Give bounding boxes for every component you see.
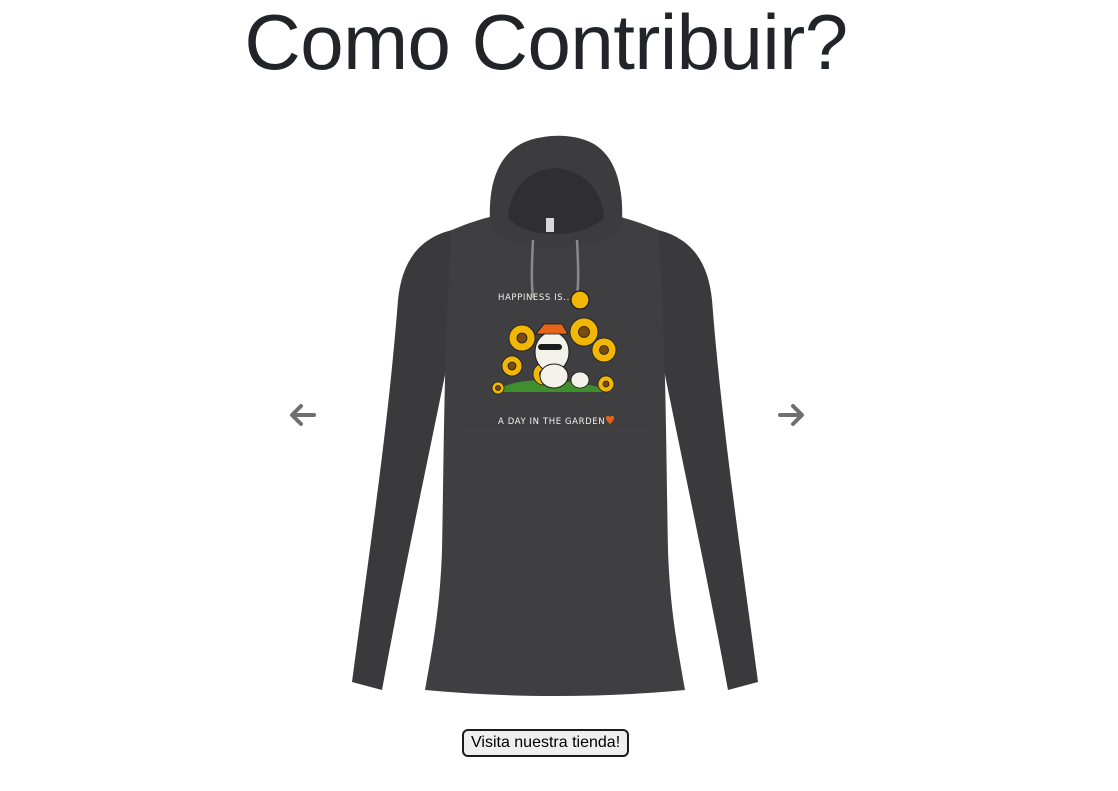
arrow-right-icon xyxy=(778,404,804,426)
hoodie-shirt xyxy=(352,135,758,696)
print-bottom-text: A DAY IN THE GARDEN xyxy=(498,417,605,427)
carousel-prev-button[interactable] xyxy=(282,395,322,435)
page-title: Como Contribuir? xyxy=(244,0,848,86)
print-top-text: HAPPINESS IS... xyxy=(498,293,573,303)
carousel-next-button[interactable] xyxy=(772,395,812,435)
product-image: HAPPINESS IS... A DAY IN THE GARDEN xyxy=(352,135,758,696)
arrow-left-icon xyxy=(290,404,316,426)
visit-store-button[interactable]: Visita nuestra tienda! xyxy=(462,729,630,757)
product-carousel: HAPPINESS IS... A DAY IN THE GARDEN xyxy=(270,120,820,710)
